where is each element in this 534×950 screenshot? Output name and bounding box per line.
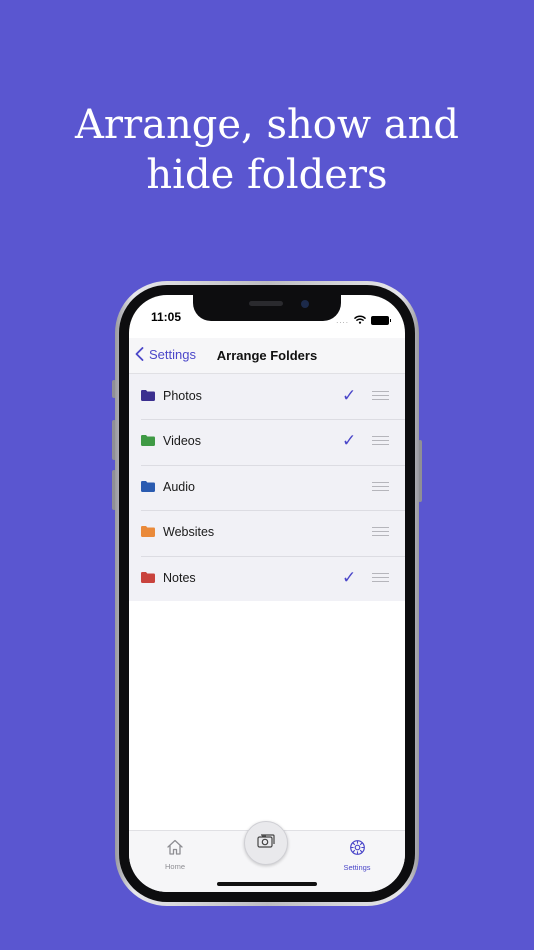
phone-frame: 11:05 .... Settings Arrange Folders Phot… xyxy=(115,281,419,906)
phone-screen: 11:05 .... Settings Arrange Folders Phot… xyxy=(129,295,405,892)
reorder-grip-icon[interactable] xyxy=(372,481,389,494)
reorder-grip-icon[interactable] xyxy=(372,391,389,403)
folder-row-notes[interactable]: Notes ✓ xyxy=(129,555,405,601)
status-icons: .... xyxy=(336,311,391,329)
folder-icon xyxy=(141,390,155,401)
gear-icon xyxy=(349,840,366,860)
folder-list: Photos ✓ Videos ✓ Audio Websites Notes ✓ xyxy=(129,374,405,601)
checkmark-icon[interactable]: ✓ xyxy=(342,568,356,588)
page-title: Arrange Folders xyxy=(216,348,318,363)
tab-home-label: Home xyxy=(164,862,185,871)
camera-icon xyxy=(257,833,275,853)
folder-icon xyxy=(141,435,155,447)
front-camera xyxy=(301,300,309,308)
battery-icon xyxy=(371,315,391,325)
notch xyxy=(193,295,341,321)
reorder-grip-icon[interactable] xyxy=(372,436,389,448)
tab-settings-label: Settings xyxy=(343,863,371,872)
folder-label: Websites xyxy=(163,525,215,540)
navigation-bar: Settings Arrange Folders xyxy=(129,338,405,374)
home-indicator xyxy=(217,882,317,886)
folder-row-photos[interactable]: Photos ✓ xyxy=(129,374,405,419)
tab-settings[interactable]: Settings xyxy=(332,839,382,872)
reorder-grip-icon[interactable] xyxy=(372,572,389,585)
checkmark-icon[interactable]: ✓ xyxy=(342,431,356,451)
folder-label: Photos xyxy=(163,389,202,403)
tab-home[interactable]: Home xyxy=(150,839,200,871)
capture-button[interactable] xyxy=(244,821,288,865)
folder-icon xyxy=(141,526,155,538)
folder-row-websites[interactable]: Websites xyxy=(129,510,405,555)
folder-icon xyxy=(141,571,155,583)
folder-label: Notes xyxy=(163,570,196,585)
wifi-icon xyxy=(354,311,366,329)
folder-icon xyxy=(141,480,155,492)
reorder-grip-icon[interactable] xyxy=(372,527,389,539)
signal-dots: .... xyxy=(336,315,349,325)
folder-row-audio[interactable]: Audio xyxy=(129,464,405,510)
folder-label: Videos xyxy=(163,434,201,449)
house-icon xyxy=(166,839,184,859)
checkmark-icon[interactable]: ✓ xyxy=(342,386,356,406)
headline: Arrange, show and hide folders xyxy=(75,102,459,198)
status-time: 11:05 xyxy=(151,310,182,324)
folder-row-videos[interactable]: Videos ✓ xyxy=(129,419,405,464)
folder-label: Audio xyxy=(163,479,195,494)
speaker-grille xyxy=(249,301,283,306)
